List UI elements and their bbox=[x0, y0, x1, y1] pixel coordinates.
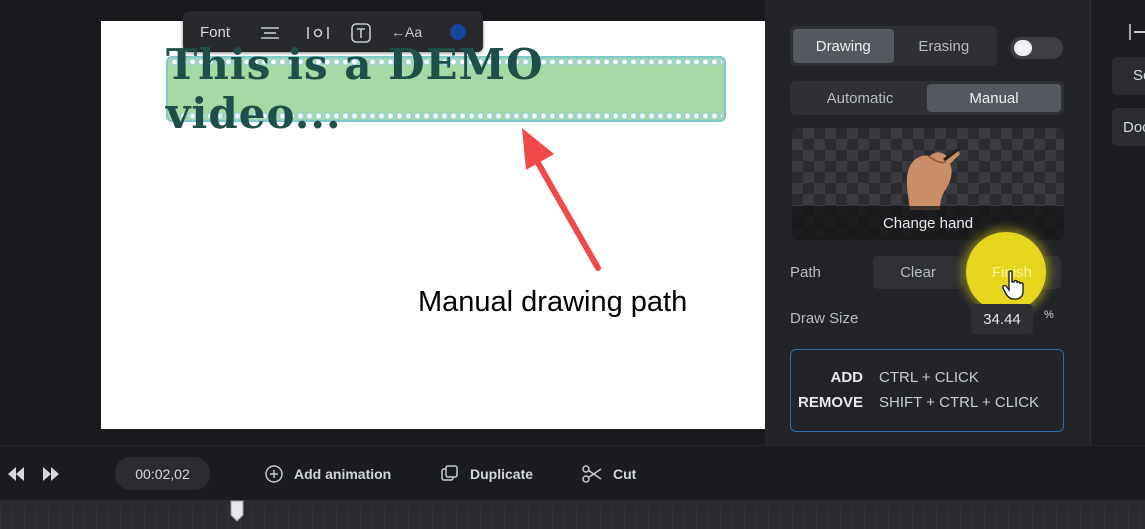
draw-size-label: Draw Size bbox=[790, 310, 859, 327]
tab-automatic[interactable]: Automatic bbox=[793, 84, 927, 112]
tab-manual[interactable]: Manual bbox=[927, 84, 1061, 112]
scissors-icon bbox=[582, 465, 602, 483]
duplicate-label: Duplicate bbox=[470, 466, 534, 482]
playhead-handle[interactable] bbox=[229, 499, 245, 523]
cut-label: Cut bbox=[613, 466, 637, 482]
draw-size-input[interactable]: 34.44 bbox=[971, 304, 1033, 334]
add-animation-button[interactable]: Add animation bbox=[264, 464, 391, 484]
add-circle-icon bbox=[265, 465, 283, 483]
color-swatch-icon[interactable] bbox=[449, 23, 467, 41]
shortcut-key: ADD bbox=[830, 369, 864, 386]
pointer-hand-icon bbox=[1002, 270, 1024, 300]
toggle-knob bbox=[1014, 40, 1032, 56]
demo-text: This is a DEMO video... bbox=[166, 40, 544, 138]
draw-size-unit: % bbox=[1044, 309, 1054, 321]
duplicate-icon bbox=[441, 465, 458, 481]
shortcut-value: CTRL + CLICK bbox=[879, 369, 979, 386]
path-label: Path bbox=[790, 264, 821, 281]
font-button[interactable]: Font bbox=[200, 24, 230, 41]
clear-path-button[interactable]: Clear bbox=[873, 256, 963, 289]
rewind-icon[interactable] bbox=[7, 467, 25, 481]
red-arrow-icon bbox=[522, 128, 601, 271]
add-animation-label: Add animation bbox=[294, 466, 392, 482]
tab-erasing[interactable]: Erasing bbox=[894, 29, 995, 63]
shortcut-value: SHIFT + CTRL + CLICK bbox=[879, 394, 1040, 411]
shortcut-row-add: ADD CTRL + CLICK bbox=[783, 369, 979, 386]
fast-forward-icon[interactable] bbox=[42, 467, 60, 481]
text-direction-icon[interactable]: ←Aa bbox=[391, 24, 422, 40]
tab-drawing[interactable]: Drawing bbox=[793, 29, 894, 63]
collapse-panel-icon[interactable] bbox=[1126, 22, 1145, 42]
path-mode-tabs: Automatic Manual bbox=[790, 81, 1064, 115]
timeline-ticks bbox=[0, 508, 1145, 529]
side-button-1-label: Se bbox=[1133, 67, 1145, 84]
duplicate-button[interactable]: Duplicate bbox=[440, 464, 533, 484]
side-button-2-label: Doc bbox=[1123, 119, 1145, 136]
shortcut-row-remove: REMOVE SHIFT + CTRL + CLICK bbox=[783, 394, 1039, 411]
shortcut-key: REMOVE bbox=[797, 394, 863, 411]
hand-icon bbox=[906, 146, 960, 210]
mode-tabs: Drawing Erasing bbox=[790, 26, 997, 66]
current-time[interactable]: 00:02,02 bbox=[115, 457, 210, 490]
annotation-label: Manual drawing path bbox=[418, 286, 688, 318]
shortcuts-info-box bbox=[790, 349, 1064, 432]
align-center-icon[interactable] bbox=[259, 25, 281, 41]
cut-button[interactable]: Cut bbox=[581, 464, 636, 484]
